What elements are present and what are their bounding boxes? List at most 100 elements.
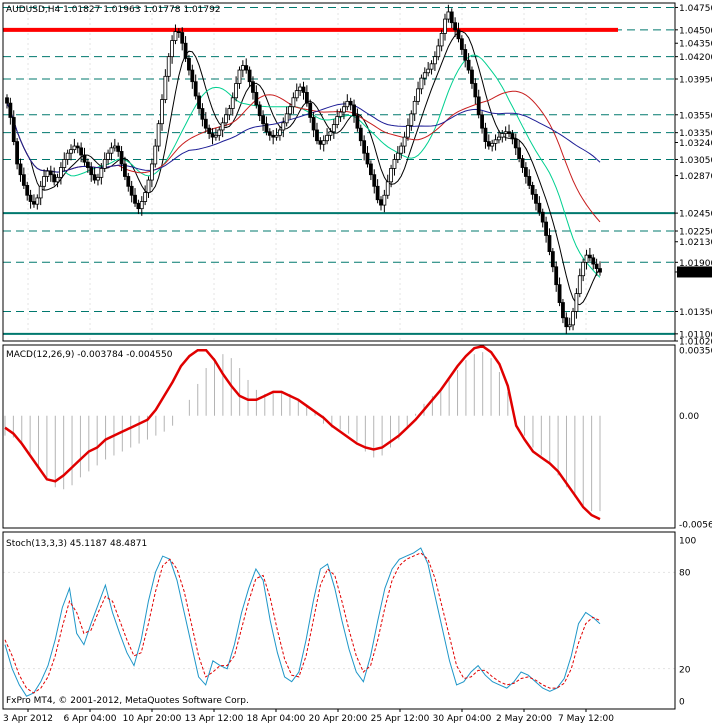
- price-tick-label: 1.04200: [679, 53, 712, 63]
- candle-body: [375, 185, 380, 201]
- candle-body: [406, 125, 410, 138]
- candle-body: [372, 174, 377, 187]
- candle-body: [497, 136, 501, 141]
- candle-body: [365, 152, 370, 165]
- candle-body: [476, 96, 481, 116]
- candle-body: [379, 199, 383, 206]
- candle-body: [443, 18, 447, 34]
- candle-body: [102, 159, 107, 169]
- candle-body: [176, 31, 181, 34]
- macd-panel-title: MACD(12,26,9) -0.003784 -0.004550: [6, 350, 173, 360]
- candle-body: [129, 185, 134, 196]
- candle-body: [439, 33, 444, 47]
- candle-body: [466, 59, 471, 71]
- chart-background: [0, 0, 712, 724]
- candle-body: [79, 147, 84, 156]
- candle-body: [82, 154, 87, 163]
- candle-body: [328, 131, 333, 136]
- candle-body: [382, 194, 387, 206]
- trading-chart[interactable]: 1.04750 1.04500 1.04350 1.04200 1.03950 1.035…: [0, 0, 712, 724]
- candle-body: [530, 185, 535, 195]
- candle-body: [453, 22, 458, 31]
- candle-body: [264, 123, 269, 133]
- candle-body: [355, 115, 360, 129]
- candle-body: [11, 117, 16, 142]
- macd-tick-label: 0.00356: [679, 347, 712, 357]
- candle-body: [136, 202, 141, 210]
- candle-body: [291, 97, 296, 108]
- candle-body: [587, 254, 592, 259]
- candle-body: [200, 108, 205, 120]
- candle-body: [567, 324, 572, 328]
- stoch-panel-title: Stoch(13,3,3) 45.1187 48.4871: [6, 539, 147, 549]
- candle-body: [244, 65, 249, 71]
- candle-body: [207, 127, 212, 134]
- time-tick-label: 6 Apr 04:00: [64, 714, 117, 724]
- candle-body: [119, 151, 124, 165]
- candle-body: [463, 49, 468, 61]
- candle-body: [123, 163, 127, 177]
- candle-body: [513, 138, 518, 149]
- candle-body: [52, 174, 57, 183]
- candle-body: [153, 145, 158, 165]
- candle-body: [547, 235, 552, 252]
- candle-body: [520, 158, 525, 168]
- price-tick-label: 1.02250: [679, 228, 712, 238]
- candle-body: [32, 201, 36, 205]
- candle-body: [342, 106, 346, 113]
- price-tick-label: 1.03550: [679, 111, 712, 121]
- time-tick-label: 18 Apr 04:00: [247, 714, 306, 724]
- candle-body: [92, 174, 97, 181]
- candle-body: [325, 134, 329, 142]
- candle-body: [288, 106, 292, 115]
- time-tick-label: 2 May 20:00: [496, 714, 552, 724]
- candle-body: [419, 77, 424, 90]
- candle-body: [338, 111, 343, 117]
- candle-body: [213, 134, 218, 138]
- candle-body: [507, 131, 511, 134]
- stoch-tick-label: 80: [679, 569, 691, 579]
- candle-body: [564, 317, 569, 328]
- candle-body: [190, 69, 195, 83]
- candle-body: [180, 32, 185, 44]
- candle-body: [527, 176, 532, 186]
- candle-body: [187, 58, 191, 71]
- candle-body: [480, 114, 484, 129]
- candle-body: [399, 145, 404, 154]
- candle-body: [220, 122, 225, 131]
- time-tick-label: 10 Apr 20:00: [123, 714, 182, 724]
- candle-body: [446, 11, 451, 20]
- candle-body: [301, 86, 306, 93]
- candle-body: [217, 129, 222, 136]
- candle-body: [557, 284, 562, 303]
- candle-body: [449, 11, 454, 24]
- candle-body: [247, 69, 252, 83]
- candle-body: [55, 176, 60, 183]
- candle-body: [517, 147, 522, 159]
- candle-body: [311, 117, 316, 131]
- candle-body: [500, 133, 505, 138]
- candle-body: [170, 40, 174, 58]
- candle-body: [112, 145, 117, 149]
- candle-body: [594, 263, 599, 269]
- candle-body: [261, 115, 265, 125]
- candle-body: [139, 201, 144, 210]
- price-tick-label: 1.04350: [679, 40, 712, 50]
- candle-body: [210, 133, 215, 138]
- candle-body: [271, 134, 276, 138]
- candle-body: [38, 185, 43, 199]
- candle-body: [402, 136, 407, 147]
- price-tick-label: 1.01350: [679, 308, 712, 318]
- price-tick-label: 1.02450: [679, 210, 712, 220]
- candle-body: [358, 127, 363, 142]
- candle-body: [15, 141, 20, 165]
- time-tick-label: 25 Apr 12:00: [371, 714, 430, 724]
- candle-body: [62, 159, 67, 168]
- candle-body: [278, 129, 282, 136]
- candle-body: [163, 75, 168, 100]
- price-tick-label: 1.03350: [679, 129, 712, 139]
- candle-body: [389, 168, 394, 183]
- time-tick-label: 20 Apr 20:00: [309, 714, 368, 724]
- price-tick-label: 1.03240: [679, 139, 712, 149]
- price-tick-label: 1.04750: [679, 4, 712, 14]
